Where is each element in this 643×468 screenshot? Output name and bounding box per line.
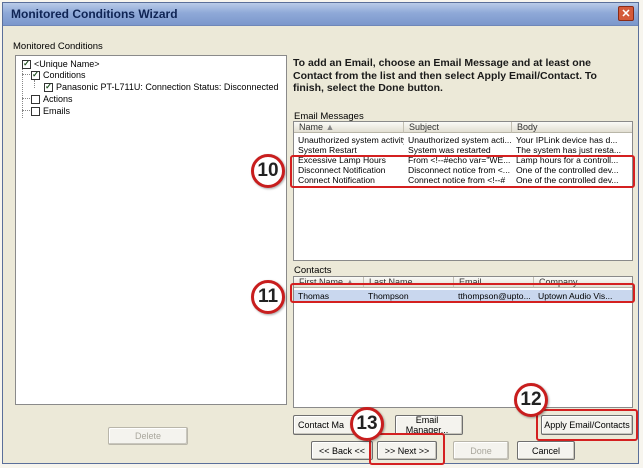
checkbox-unchecked[interactable] xyxy=(31,106,40,116)
contacts-label: Contacts xyxy=(294,265,332,276)
tree-connector xyxy=(34,80,35,88)
cancel-label: Cancel xyxy=(531,445,560,456)
tree-connector xyxy=(22,110,30,111)
contact-manager-label: Contact Ma xyxy=(298,420,345,430)
table-cell[interactable]: Your IPLink device has d... xyxy=(512,135,632,145)
highlight-box-email-rows xyxy=(290,155,635,188)
title-bar: Monitored Conditions Wizard ✕ xyxy=(3,3,638,26)
tree-connector xyxy=(22,74,30,75)
close-icon: ✕ xyxy=(621,8,631,20)
contact-manager-button[interactable]: Contact Ma xyxy=(293,415,355,435)
checkbox-checked[interactable]: ✓ xyxy=(31,70,40,80)
tree-connector xyxy=(22,98,30,99)
done-button[interactable]: Done xyxy=(453,441,509,460)
tree-node-actions[interactable]: Actions xyxy=(31,93,73,105)
window-title: Monitored Conditions Wizard xyxy=(11,7,178,21)
callout-13: 13 xyxy=(350,407,384,441)
checkbox-unchecked[interactable] xyxy=(31,94,40,104)
tree-node-label: <Unique Name> xyxy=(34,59,100,69)
table-cell[interactable]: Unauthorized system activity xyxy=(294,135,404,145)
tree-node-emails[interactable]: Emails xyxy=(31,105,70,117)
highlight-box-next xyxy=(369,433,445,465)
column-header-subject[interactable]: Subject xyxy=(404,122,512,133)
tree-node-label: Emails xyxy=(43,106,71,116)
close-button[interactable]: ✕ xyxy=(618,6,634,21)
monitored-conditions-label: Monitored Conditions xyxy=(13,41,103,52)
column-header-label: Name xyxy=(299,122,324,132)
email-messages-list[interactable]: Name ▲ Subject Body Unauthorized system … xyxy=(293,121,633,261)
delete-button[interactable]: Delete xyxy=(108,427,188,445)
wizard-window: Monitored Conditions Wizard ✕ Monitored … xyxy=(2,2,639,465)
sort-up-icon: ▲ xyxy=(325,122,335,132)
back-label: << Back << xyxy=(318,445,366,456)
tree-node-conditions[interactable]: ✓ Conditions xyxy=(31,69,86,81)
conditions-tree[interactable]: ✓ <Unique Name> ✓ Conditions ✓ Panasonic… xyxy=(15,55,287,405)
cancel-button[interactable]: Cancel xyxy=(517,441,575,460)
table-cell[interactable]: Unauthorized system acti... xyxy=(404,135,512,145)
column-header-label: Body xyxy=(517,122,538,132)
callout-11: 11 xyxy=(251,280,285,314)
instructions-text: To add an Email, choose an Email Message… xyxy=(293,57,597,94)
done-label: Done xyxy=(470,445,492,456)
column-header-label: Subject xyxy=(409,122,440,132)
callout-10: 10 xyxy=(251,154,285,188)
tree-node-condition-item[interactable]: ✓ Panasonic PT-L711U: Connection Status:… xyxy=(44,81,278,93)
checkbox-checked[interactable]: ✓ xyxy=(22,59,31,69)
checkbox-checked[interactable]: ✓ xyxy=(44,82,53,92)
tree-node-label: Conditions xyxy=(43,70,86,80)
highlight-box-apply xyxy=(536,409,638,441)
highlight-box-contact-row xyxy=(290,283,635,303)
delete-button-label: Delete xyxy=(134,431,161,441)
column-header-name[interactable]: Name ▲ xyxy=(294,122,404,133)
email-manager-button[interactable]: Email Manager... xyxy=(395,415,463,435)
email-manager-label: Email Manager... xyxy=(405,415,449,435)
back-button[interactable]: << Back << xyxy=(311,441,373,460)
tree-node-label: Actions xyxy=(43,94,73,104)
tree-node-label: Panasonic PT-L711U: Connection Status: D… xyxy=(56,82,279,92)
column-header-body[interactable]: Body xyxy=(512,122,632,133)
callout-12: 12 xyxy=(514,383,548,417)
table-cell[interactable]: System Restart xyxy=(294,145,404,155)
table-cell[interactable]: System was restarted xyxy=(404,145,512,155)
table-cell[interactable]: The system has just resta... xyxy=(512,145,632,155)
